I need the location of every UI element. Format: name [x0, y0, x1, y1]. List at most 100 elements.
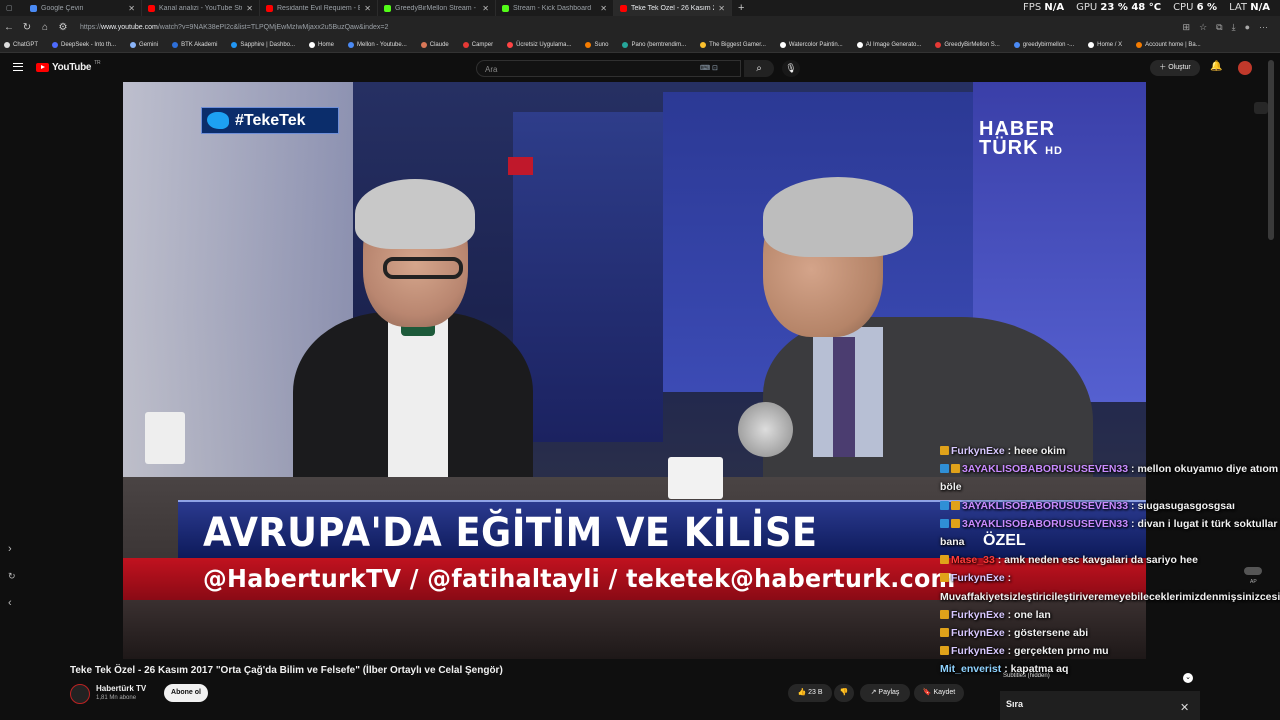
thumbs-down-icon: 👎	[839, 689, 849, 696]
extensions-icon[interactable]: ⧉	[1216, 22, 1222, 33]
bookmark-item[interactable]: DeepSeek - Into th...	[52, 42, 116, 48]
url-path: /watch?v=9NAK38ePI2c&list=TLPQMjEwMzIwMj…	[157, 23, 389, 31]
site-info-icon[interactable]: ⚙	[54, 22, 72, 33]
like-button[interactable]: 👍 23 B	[788, 684, 832, 702]
chevron-down-icon[interactable]: ⌄	[1183, 673, 1193, 683]
bookmark-label: Watercolor Paintin...	[788, 42, 843, 48]
bookmark-item[interactable]: Pano (berntrendim...	[622, 42, 686, 48]
download-icon[interactable]: ⤓	[1232, 22, 1236, 33]
queue-label: Sıra	[1006, 699, 1024, 709]
hamburger-menu-icon[interactable]	[13, 63, 23, 71]
tab-close-icon[interactable]: ✕	[246, 4, 253, 13]
bookmark-label: greedybirmellon -...	[1022, 42, 1075, 48]
browser-tab[interactable]: Teke Tek Özel - 26 Kasım 2017 "Or ✕	[614, 0, 732, 16]
tab-favicon-icon	[502, 4, 509, 12]
bookmark-item[interactable]: GreedyBirMellon S...	[935, 42, 1000, 48]
subtitles-status: Subtitles (hidden)	[1003, 673, 1050, 679]
bookmark-item[interactable]: Sapphire | Dashbo...	[231, 42, 295, 48]
autoplay-label: AP	[1250, 579, 1257, 585]
bookmark-item[interactable]: The Biggest Gamer...	[700, 42, 766, 48]
notifications-icon[interactable]: 🔔	[1210, 61, 1222, 72]
bookmark-item[interactable]: Account home | Ba...	[1136, 42, 1201, 48]
browser-menu[interactable]: ▢	[0, 0, 24, 16]
bookmark-item[interactable]: Home	[309, 42, 334, 48]
bookmark-favicon-icon	[4, 42, 10, 48]
bookmark-item[interactable]: Watercolor Paintin...	[779, 42, 843, 48]
queue-panel[interactable]: Sıra	[1000, 691, 1200, 720]
cpu-label: CPU	[1173, 2, 1194, 13]
tab-close-icon[interactable]: ✕	[364, 4, 371, 13]
playlist-menu-icon[interactable]	[1254, 102, 1268, 114]
bookmark-item[interactable]: Camper	[462, 42, 493, 48]
youtube-logo[interactable]: YouTube TR	[36, 60, 101, 73]
bookmark-item[interactable]: AI Image Generato...	[856, 42, 921, 48]
reload-icon[interactable]: ↻	[18, 22, 36, 33]
home-icon[interactable]: ⌂	[36, 22, 54, 33]
chat-username: FurkynExe	[951, 445, 1005, 457]
browser-tab[interactable]: GreedyBirMellon Stream - Watch ✕	[378, 0, 496, 16]
subscribe-button[interactable]: Abone ol	[164, 684, 208, 702]
bookmark-label: ChatGPT	[13, 42, 39, 48]
dislike-button[interactable]: 👎	[834, 684, 854, 702]
tab-favicon-icon	[266, 4, 273, 12]
bookmark-item[interactable]: BTK Akademi	[172, 42, 217, 48]
tab-close-icon[interactable]: ✕	[128, 4, 135, 13]
close-icon[interactable]: ✕	[1180, 701, 1189, 714]
bookmark-item[interactable]: Claude	[420, 42, 449, 48]
scrollbar[interactable]	[1268, 60, 1274, 240]
browser-tab[interactable]: Residante Evil Requiem - Bölüm 4 ✕	[260, 0, 378, 16]
search-button[interactable]: ⌕	[744, 60, 774, 77]
bookmark-label: Gemini	[139, 42, 159, 48]
back-icon[interactable]: ←	[0, 22, 18, 33]
bookmark-favicon-icon	[130, 42, 137, 48]
channel-avatar[interactable]	[70, 684, 90, 704]
star-icon[interactable]: ☆	[1199, 22, 1207, 33]
keyboard-icon[interactable]: ⌨ ⊡	[700, 64, 730, 73]
account-avatar[interactable]	[1238, 61, 1252, 75]
translate-icon[interactable]: ⊞	[1183, 22, 1191, 33]
tab-close-icon[interactable]: ✕	[600, 4, 607, 13]
profile-icon[interactable]: ●	[1245, 22, 1250, 33]
chevron-left-icon[interactable]: ‹	[8, 597, 12, 609]
bookmarks-bar: ChatGPT DeepSeek - Into th... Gemini BTK Ak…	[0, 38, 1280, 53]
bookmark-item[interactable]: Ücretsiz Uygulama...	[507, 42, 571, 48]
coffee-mug	[668, 457, 723, 499]
subscriber-badge-icon	[940, 609, 949, 619]
tab-close-icon[interactable]: ✕	[718, 4, 725, 13]
chat-username: FurkynExe	[951, 645, 1005, 658]
url-field[interactable]: https://www.youtube.com/watch?v=9NAK38eP…	[80, 24, 1183, 31]
bookmark-favicon-icon	[507, 42, 514, 48]
save-button[interactable]: 🔖 Kaydet	[914, 684, 964, 702]
channel-name[interactable]: Habertürk TV	[96, 684, 146, 693]
refresh-icon[interactable]: ↻	[8, 571, 16, 582]
bookmark-favicon-icon	[935, 42, 942, 48]
browser-tab[interactable]: Kanal analizi - YouTube Studio ✕	[142, 0, 260, 16]
browser-tab[interactable]: Google Çeviri ✕	[24, 0, 142, 16]
tab-close-icon[interactable]: ✕	[482, 4, 489, 13]
prime-badge-icon	[940, 518, 949, 528]
voice-search-icon[interactable]: 🎙	[782, 60, 800, 77]
bookmark-item[interactable]: ChatGPT	[4, 42, 38, 48]
chat-message: 3AYAKLISOBABORUSUSEVEN33 : mellon okuyam…	[940, 463, 1279, 494]
autoplay-toggle[interactable]	[1244, 567, 1262, 575]
bookmark-favicon-icon	[462, 42, 469, 48]
chat-username: FurkynExe	[951, 627, 1005, 640]
bookmark-item[interactable]: Gemini	[130, 42, 158, 48]
new-tab-button[interactable]: +	[738, 2, 744, 14]
bookmark-item[interactable]: Home / X	[1088, 42, 1122, 48]
glasses	[383, 257, 463, 279]
chat-username: FurkynExe	[951, 608, 1005, 621]
lower-third-title: AVRUPA'DA EĞİTİM VE KİLİSE	[203, 510, 818, 556]
chat-username: Mase_33	[951, 554, 995, 567]
more-icon[interactable]: ⋯	[1259, 22, 1268, 33]
cpu-value: 6 %	[1196, 2, 1218, 13]
bookmark-item[interactable]: greedybirmellon -...	[1013, 42, 1075, 48]
browser-tab[interactable]: Stream - Kick Dashboard ✕	[496, 0, 614, 16]
watermark-hd: HD	[1045, 145, 1063, 157]
create-button[interactable]: ＋ Oluştur	[1150, 60, 1200, 76]
bookmark-item[interactable]: Mellon - Youtube...	[348, 42, 407, 48]
chat-message: FurkynExe : one lan	[940, 606, 1280, 624]
chevron-right-icon[interactable]: ›	[8, 543, 12, 555]
share-button[interactable]: ↗ Paylaş	[860, 684, 910, 702]
bookmark-item[interactable]: Suno	[585, 42, 608, 48]
